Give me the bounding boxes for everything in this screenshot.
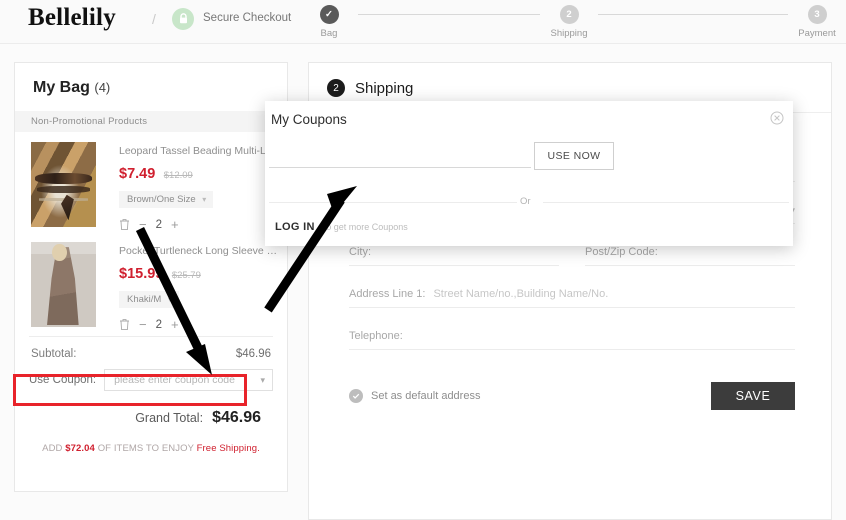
chevron-down-icon: ▾ <box>167 295 172 304</box>
trash-icon[interactable] <box>119 318 130 331</box>
city-field[interactable]: City: <box>349 246 559 266</box>
step-bag-dot: ✓ <box>319 5 339 24</box>
subtotal-row: Subtotal: $46.96 <box>15 337 287 360</box>
progress-line-1 <box>358 14 540 15</box>
header-separator: / <box>152 11 156 27</box>
grand-total-row: Grand Total: $46.96 <box>15 391 287 427</box>
free-shipping-amount: $72.04 <box>65 443 95 454</box>
product-variant-selector[interactable]: Brown/One Size ▾ <box>119 191 214 208</box>
free-shipping-suffix: Free Shipping. <box>196 443 260 454</box>
non-promotional-label: Non-Promotional Products <box>15 111 287 132</box>
lock-icon <box>172 8 194 30</box>
step-payment-label: Payment <box>798 28 836 39</box>
city-label: City: <box>349 246 371 258</box>
step-shipping-label: Shipping <box>550 28 588 39</box>
product-name[interactable]: Leopard Tassel Beading Multi-Layer... <box>119 142 279 158</box>
shipping-header-title: Shipping <box>355 79 414 97</box>
shipping-actions: Set as default address SAVE <box>309 372 831 410</box>
or-line-right <box>543 202 789 203</box>
set-default-address-checkbox[interactable]: Set as default address <box>349 389 480 403</box>
or-label: Or <box>520 196 531 207</box>
set-default-address-label: Set as default address <box>371 390 481 402</box>
step-shipping-dot: 2 <box>559 5 579 24</box>
product-original-price: $12.09 <box>163 170 193 181</box>
cart-title-text: My Bag <box>33 79 90 96</box>
free-shipping-mid: OF ITEMS TO ENJOY <box>97 443 194 454</box>
increase-quantity-button[interactable]: + <box>171 317 179 332</box>
my-coupons-modal: My Coupons USE NOW Or LOG IN to get more… <box>265 101 793 246</box>
quantity-stepper: − 2 + <box>119 217 287 232</box>
quantity-stepper: − 2 + <box>119 317 287 332</box>
step-payment-dot: 3 <box>807 5 827 24</box>
coupon-code-select[interactable]: please enter coupon code ▾ <box>104 369 273 391</box>
grand-total-label: Grand Total: <box>135 411 204 425</box>
or-divider: Or <box>269 196 789 207</box>
telephone-row: Telephone: <box>349 330 795 350</box>
zip-label: Post/Zip Code: <box>585 246 658 258</box>
decrease-quantity-button[interactable]: − <box>139 217 147 232</box>
shipping-step-badge: 2 <box>327 79 345 97</box>
product-price: $15.99 <box>119 266 164 282</box>
zip-field[interactable]: Post/Zip Code: <box>585 246 795 266</box>
telephone-field[interactable]: Telephone: <box>349 330 795 350</box>
progress-step-payment[interactable]: 3 Payment <box>788 5 846 39</box>
check-circle-icon <box>349 389 363 403</box>
increase-quantity-button[interactable]: + <box>171 217 179 232</box>
trash-icon[interactable] <box>119 218 130 231</box>
telephone-label: Telephone: <box>349 330 403 342</box>
use-coupon-row: Use Coupon: please enter coupon code ▾ <box>29 369 273 391</box>
address-line-1-field[interactable]: Address Line 1: Street Name/no.,Building… <box>349 288 795 308</box>
grand-total-value: $46.96 <box>212 409 261 426</box>
cart-title: My Bag (4) <box>15 63 287 111</box>
product-price: $7.49 <box>119 166 156 182</box>
progress-step-bag[interactable]: ✓ Bag <box>300 5 358 39</box>
cart-panel: My Bag (4) Non-Promotional Products Leop… <box>14 62 288 492</box>
chevron-down-icon: ▾ <box>260 374 265 385</box>
product-thumbnail[interactable] <box>31 142 96 227</box>
login-row: LOG IN to get more Coupons <box>275 221 408 233</box>
product-name[interactable]: Pocket Turtleneck Long Sleeve Mini ... <box>119 242 279 258</box>
address-line-1-label: Address Line 1: <box>349 288 426 300</box>
checkout-progress: ✓ Bag 2 Shipping 3 Payment <box>300 0 846 44</box>
use-coupon-label: Use Coupon: <box>29 374 97 386</box>
chevron-down-icon: ▾ <box>202 195 207 204</box>
progress-line-2 <box>598 14 788 15</box>
product-variant-label: Brown/One Size <box>127 194 196 205</box>
free-shipping-note: ADD $72.04 OF ITEMS TO ENJOY Free Shippi… <box>15 427 287 454</box>
quantity-value: 2 <box>155 318 162 331</box>
or-line-left <box>269 202 517 203</box>
cart-item: Pocket Turtleneck Long Sleeve Mini ... $… <box>15 232 287 332</box>
modal-title: My Coupons <box>271 112 347 127</box>
product-variant-selector[interactable]: Khaki/M ▾ <box>119 291 179 308</box>
close-circle-icon[interactable] <box>770 111 784 125</box>
address-row: Address Line 1: Street Name/no.,Building… <box>349 288 795 308</box>
product-variant-label: Khaki/M <box>127 294 162 305</box>
login-hint: to get more Coupons <box>323 222 408 232</box>
coupon-placeholder: please enter coupon code <box>114 374 235 386</box>
secure-checkout-label: Secure Checkout <box>203 12 292 24</box>
subtotal-value: $46.96 <box>235 348 271 360</box>
coupon-code-input[interactable] <box>269 167 531 168</box>
subtotal-label: Subtotal: <box>31 348 77 360</box>
brand-logo[interactable]: Bellelily <box>28 4 116 32</box>
free-shipping-prefix: ADD <box>42 443 63 454</box>
save-button[interactable]: SAVE <box>711 382 795 410</box>
use-now-button[interactable]: USE NOW <box>534 142 614 170</box>
product-original-price: $25.79 <box>171 270 201 281</box>
quantity-value: 2 <box>155 218 162 231</box>
cart-item-count: (4) <box>94 80 111 95</box>
site-header: Bellelily / Secure Checkout ✓ Bag 2 Ship… <box>0 0 846 44</box>
city-zip-row: City: Post/Zip Code: <box>349 246 795 266</box>
progress-step-shipping[interactable]: 2 Shipping <box>540 5 598 39</box>
cart-item: Leopard Tassel Beading Multi-Layer... $7… <box>15 132 287 232</box>
address-line-1-placeholder: Street Name/no.,Building Name/No. <box>433 288 609 300</box>
login-button[interactable]: LOG IN <box>275 221 315 233</box>
decrease-quantity-button[interactable]: − <box>139 317 147 332</box>
product-thumbnail[interactable] <box>31 242 96 327</box>
checkout-page: Bellelily / Secure Checkout ✓ Bag 2 Ship… <box>0 0 846 520</box>
product-price-row: $7.49 $12.09 <box>119 165 287 183</box>
product-price-row: $15.99 $25.79 <box>119 265 287 283</box>
step-bag-label: Bag <box>320 28 338 39</box>
